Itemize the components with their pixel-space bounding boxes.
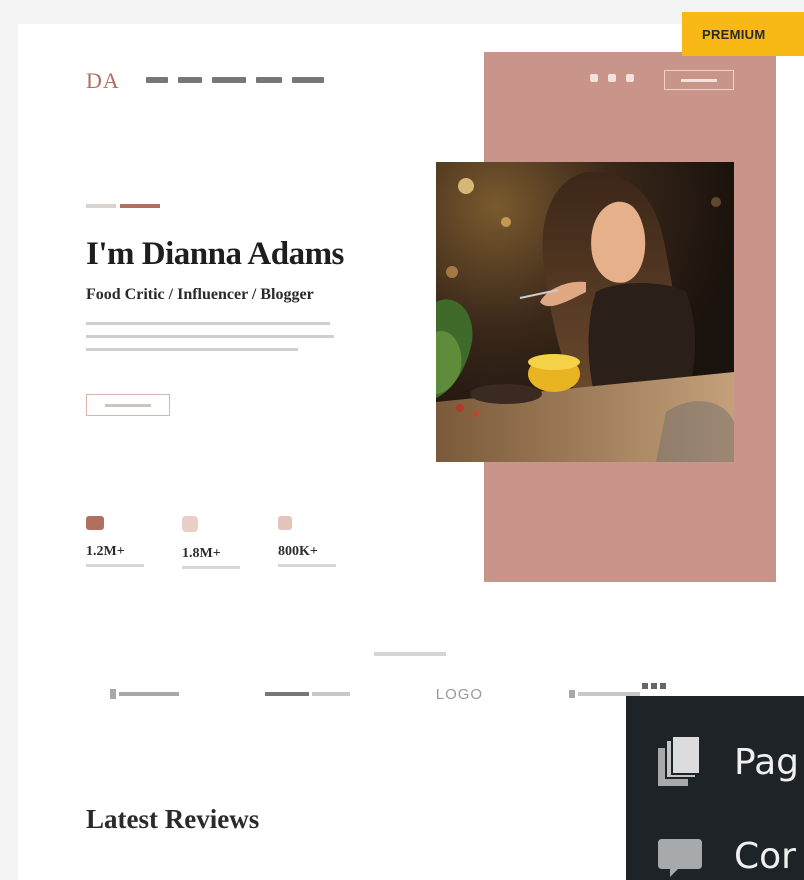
stat-label-placeholder <box>182 566 240 569</box>
admin-menu-label: Cor <box>734 836 796 877</box>
featured-in-label <box>374 652 446 656</box>
stat-label-placeholder <box>278 564 336 567</box>
instagram-icon[interactable] <box>626 74 634 82</box>
brand-logo-1 <box>110 688 179 700</box>
twitter-icon[interactable] <box>608 74 616 82</box>
hero-title: I'm Dianna Adams <box>86 236 344 272</box>
stat-youtube: 1.2M+ <box>86 516 148 569</box>
nav-item-placeholder[interactable] <box>146 77 168 83</box>
nav-item-placeholder[interactable] <box>212 77 246 83</box>
hero-read-more-button[interactable] <box>86 394 170 416</box>
hero-subtitle: Food Critic / Influencer / Blogger <box>86 286 314 303</box>
header-cta-button[interactable] <box>664 70 734 90</box>
hero-photo <box>436 162 734 462</box>
stat-value: 800K+ <box>278 544 318 559</box>
stat-instagram: 1.8M+ <box>182 516 244 569</box>
stat-value: 1.2M+ <box>86 544 125 559</box>
admin-menu-label: Pag <box>734 741 800 783</box>
nav-item-placeholder[interactable] <box>256 77 282 83</box>
youtube-icon <box>86 516 104 530</box>
section-title: Latest Reviews <box>86 804 260 834</box>
stat-value: 1.8M+ <box>182 546 221 561</box>
site-logo[interactable]: DA <box>86 68 120 94</box>
nav-item-placeholder[interactable] <box>292 77 324 83</box>
admin-menu-item-comments[interactable]: Cor <box>658 836 796 877</box>
stat-label-placeholder <box>86 564 144 567</box>
main-nav <box>146 77 324 83</box>
more-dots-icon <box>642 683 666 689</box>
social-icons <box>590 74 634 82</box>
admin-sidebar-menu: Pag Cor <box>626 696 804 880</box>
pages-icon <box>658 736 701 786</box>
brand-logo-3: LOGO <box>435 685 484 703</box>
nav-item-placeholder[interactable] <box>178 77 202 83</box>
hero-paragraph <box>86 322 334 361</box>
welcome-eyebrow <box>86 204 160 208</box>
stats-row: 1.2M+ 1.8M+ 800K+ <box>86 516 340 569</box>
facebook-icon[interactable] <box>590 74 598 82</box>
brand-logo-text: LOGO <box>435 685 484 703</box>
admin-menu-item-pages[interactable]: Pag <box>658 736 799 788</box>
woman-eating-photo <box>436 162 734 462</box>
instagram-icon <box>182 516 198 532</box>
brand-logo-2 <box>264 688 350 700</box>
brand-logos: LOGO <box>110 685 640 703</box>
stat-rss: 800K+ <box>278 516 340 569</box>
comments-icon <box>658 838 702 877</box>
rss-icon <box>278 516 292 530</box>
premium-badge: PREMIUM <box>682 12 804 56</box>
